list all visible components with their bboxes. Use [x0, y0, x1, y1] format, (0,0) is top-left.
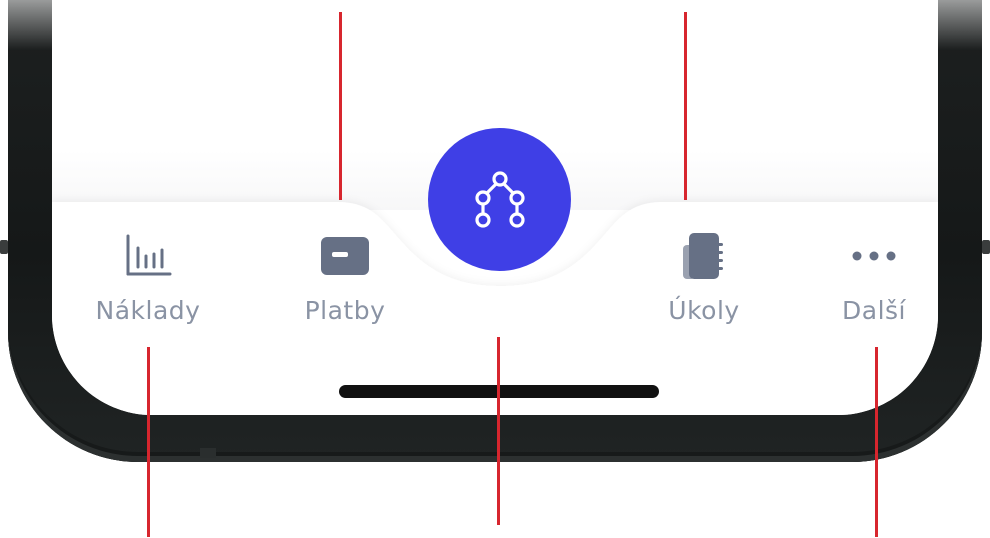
- more-dots-icon: [851, 232, 897, 280]
- workflow-icon: [474, 170, 525, 228]
- callout-line-platby: [339, 12, 342, 200]
- tab-label: Další: [842, 296, 906, 325]
- tab-label: Platby: [304, 296, 386, 325]
- tab-dalsi[interactable]: Další: [814, 232, 934, 325]
- bar-chart-icon: [124, 232, 172, 280]
- callout-line-naklady: [147, 347, 150, 537]
- frame-notch: [200, 448, 216, 458]
- tab-naklady[interactable]: Náklady: [88, 232, 208, 325]
- center-action-button[interactable]: [428, 128, 571, 271]
- callout-line-dalsi: [875, 347, 878, 537]
- frame-edge-left: [0, 240, 8, 254]
- tab-label: Úkoly: [668, 296, 740, 325]
- screenshot-stage: Náklady Platby Úkoly Další: [0, 0, 990, 538]
- tab-platby[interactable]: Platby: [285, 232, 405, 325]
- tab-label: Náklady: [95, 296, 201, 325]
- card-icon: [320, 232, 370, 280]
- phone-screen: Náklady Platby Úkoly Další: [52, 0, 938, 415]
- tab-ukoly[interactable]: Úkoly: [644, 232, 764, 325]
- notebook-icon: [681, 232, 727, 280]
- callout-line-center: [497, 337, 500, 525]
- callout-line-ukoly: [684, 12, 687, 200]
- frame-edge-right: [982, 240, 990, 254]
